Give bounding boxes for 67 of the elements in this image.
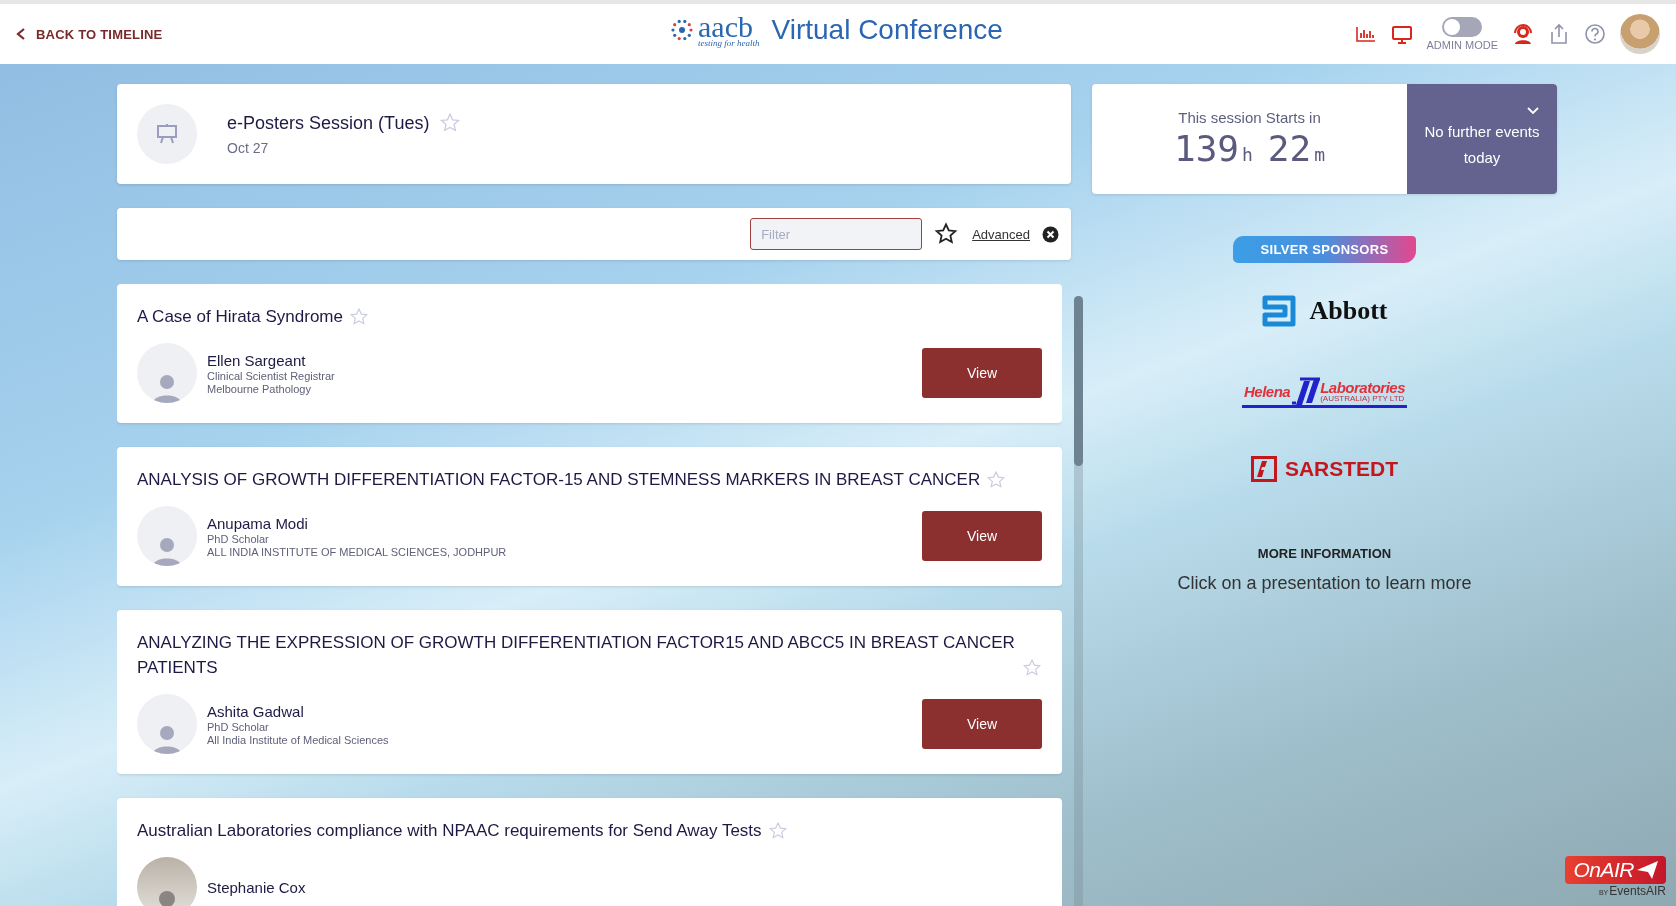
sponsors-heading: SILVER SPONSORS xyxy=(1232,236,1417,263)
person-icon xyxy=(152,373,182,403)
admin-mode-toggle[interactable]: ADMIN MODE xyxy=(1426,17,1498,51)
bar-chart-icon[interactable] xyxy=(1354,24,1377,44)
person-icon xyxy=(152,536,182,566)
minutes-unit: m xyxy=(1314,144,1326,165)
view-button[interactable]: View xyxy=(922,699,1042,749)
next-events-panel[interactable]: No further events today xyxy=(1407,84,1557,194)
star-icon[interactable] xyxy=(349,307,369,327)
share-icon[interactable] xyxy=(1548,23,1570,45)
presenter-name: Ashita Gadwal xyxy=(207,702,305,720)
view-button[interactable]: View xyxy=(922,348,1042,398)
easel-icon xyxy=(156,123,178,145)
onair-badge[interactable]: OnAIR xyxy=(1565,856,1666,884)
app-title: Virtual Conference xyxy=(771,14,1003,46)
sponsor-name[interactable]: SARSTEDT xyxy=(1284,457,1399,481)
star-icon[interactable] xyxy=(767,821,788,841)
headset-person-icon[interactable] xyxy=(1512,23,1534,45)
logo-tagline: testing for health xyxy=(698,39,760,48)
presenter-name: Anupama Modi xyxy=(207,514,309,532)
countdown-hours: 139 xyxy=(1173,128,1239,169)
hours-unit: h xyxy=(1242,144,1253,165)
star-icon[interactable] xyxy=(986,470,1007,490)
back-link[interactable]: BACK TO TIMELINE xyxy=(16,26,163,42)
countdown-minutes: 22 xyxy=(1267,128,1312,169)
presenter-affiliation: Melbourne Pathology xyxy=(207,382,312,395)
paper-plane-icon xyxy=(1636,859,1660,881)
person-icon xyxy=(152,724,182,754)
star-icon[interactable] xyxy=(1022,658,1042,678)
help-icon[interactable] xyxy=(1584,23,1606,45)
logo-icon xyxy=(670,18,694,42)
presentation-title: ANALYZING THE EXPRESSION OF GROWTH DIFFERENTIATION FACTOR15 AND ABCC5 IN BREAST CANCER PATIENTS xyxy=(137,632,1016,679)
clear-icon[interactable] xyxy=(1042,225,1059,243)
more-info-heading: MORE INFORMATION xyxy=(1257,546,1392,561)
stripe-mark-icon xyxy=(1290,377,1321,405)
monitor-icon[interactable] xyxy=(1390,24,1413,44)
scrollbar[interactable] xyxy=(1074,296,1083,906)
filter-field[interactable]: Filter xyxy=(750,218,923,250)
next-events-text: No further events today xyxy=(1423,122,1541,168)
presentation-title: ANALYSIS OF GROWTH DIFFERENTIATION FACTOR-15 AND STEMNESS MARKERS IN BREAST CANCER xyxy=(137,469,981,491)
advanced-link[interactable]: Advanced xyxy=(972,226,1030,242)
user-avatar[interactable] xyxy=(1620,14,1660,54)
presentation-title: A Case of Hirata Syndrome xyxy=(137,306,343,328)
sponsor-name[interactable]: Abbott xyxy=(1309,296,1388,326)
presenter-affiliation: All India Institute of Medical Sciences xyxy=(207,733,390,746)
presenter-name: Stephanie Cox xyxy=(207,878,307,896)
chevron-left-icon xyxy=(16,28,26,40)
countdown-label: This session Starts in xyxy=(1178,109,1321,126)
sarstedt-logo-icon[interactable] xyxy=(1250,456,1277,482)
presenter-affiliation: ALL INDIA INSTITUTE OF MEDICAL SCIENCES, JODHPUR xyxy=(207,545,508,558)
presentation-title: Australian Laboratories compliance with NPAAC requirements for Send Away Tests xyxy=(137,820,762,842)
presentation-card[interactable]: ANALYZING THE EXPRESSION OF GROWTH DIFFERENTIATION FACTOR15 AND ABCC5 IN BREAST CANCER PATIENTS Ashita Gadwal PhD Scholar All India Institute of Medical Sciences View xyxy=(117,610,1062,774)
more-info-text: Click on a presentation to learn more xyxy=(1177,573,1472,594)
presenter-role: Clinical Scientist Registrar xyxy=(207,369,336,382)
presenter-role: PhD Scholar xyxy=(207,720,270,733)
sponsor-logo[interactable]: Helena Laboratories (AUSTRALIA) PTY LTD xyxy=(1241,377,1408,408)
view-button[interactable]: View xyxy=(922,511,1042,561)
presenter-name: Ellen Sargeant xyxy=(207,351,307,369)
presentation-card[interactable]: Australian Laboratories compliance with NPAAC requirements for Send Away Tests Stephanie Cox xyxy=(117,798,1062,906)
session-title: e-Posters Session (Tues) xyxy=(227,112,430,134)
session-date: Oct 27 xyxy=(227,140,270,156)
presenter-role: PhD Scholar xyxy=(207,532,270,545)
star-icon[interactable] xyxy=(934,222,959,246)
chevron-down-icon[interactable] xyxy=(1527,107,1539,115)
presentation-card[interactable]: ANALYSIS OF GROWTH DIFFERENTIATION FACTOR-15 AND STEMNESS MARKERS IN BREAST CANCER Anupama Modi PhD Scholar ALL INDIA INSTITUTE OF MEDICAL SCIENCES, JODHPUR View xyxy=(117,447,1062,586)
star-icon[interactable] xyxy=(439,112,462,134)
presentation-card[interactable]: A Case of Hirata Syndrome Ellen Sargeant Clinical Scientist Registrar Melbourne Pathology View xyxy=(117,284,1062,423)
